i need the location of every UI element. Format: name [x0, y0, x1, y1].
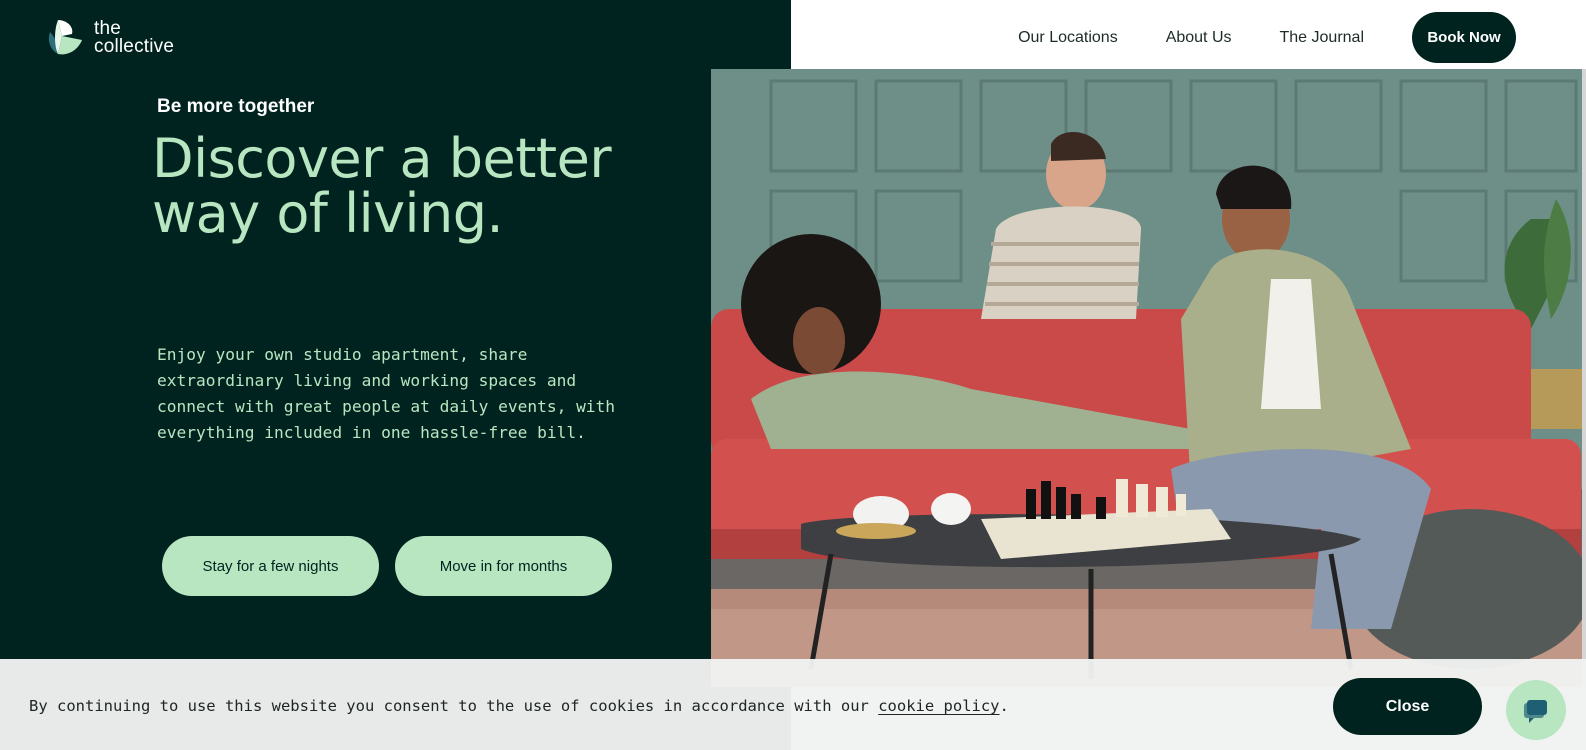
cookie-message-text: By continuing to use this website you co…: [29, 697, 879, 715]
chat-button[interactable]: [1506, 680, 1566, 740]
logo-mark-icon: [48, 20, 82, 55]
hero-intro: Enjoy your own studio apartment, share e…: [157, 345, 616, 442]
nav-our-locations[interactable]: Our Locations: [1018, 29, 1118, 47]
chat-icon: [1524, 700, 1547, 723]
logo[interactable]: the collective: [46, 18, 174, 58]
cookie-close-button[interactable]: Close: [1333, 678, 1482, 735]
move-in-months-button[interactable]: Move in for months: [395, 536, 612, 596]
book-now-button[interactable]: Book Now: [1412, 12, 1516, 63]
scrollbar[interactable]: [1582, 69, 1586, 687]
stay-few-nights-button[interactable]: Stay for a few nights: [162, 536, 379, 596]
hero-photo: [711, 69, 1582, 687]
hero-photo-illustration: [711, 69, 1582, 687]
main-nav: Our Locations About Us The Journal Book …: [1018, 12, 1516, 63]
hero-headline: Discover a better way of living.: [152, 127, 612, 245]
logo-line-2: collective: [94, 36, 175, 57]
cookie-message: By continuing to use this website you co…: [29, 697, 1009, 715]
cookie-message-period: .: [999, 697, 1009, 715]
cookie-policy-link[interactable]: cookie policy: [878, 697, 999, 715]
logo-wordmark: the collective: [94, 19, 175, 57]
nav-about-us[interactable]: About Us: [1166, 29, 1232, 47]
hero-kicker: Be more together: [157, 96, 315, 117]
nav-the-journal[interactable]: The Journal: [1280, 29, 1365, 47]
